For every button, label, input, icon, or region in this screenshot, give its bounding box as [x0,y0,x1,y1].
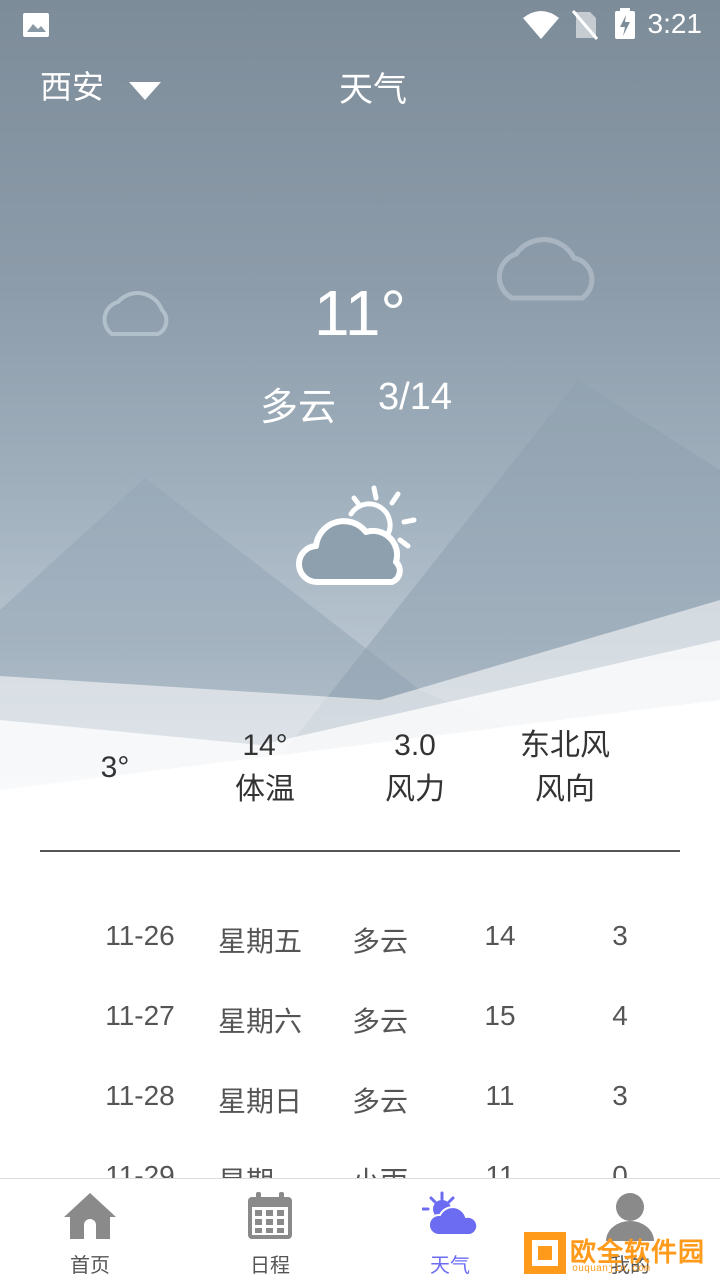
nav-item-schedule[interactable]: 日程 [180,1179,360,1280]
nav-label-weather: 天气 [430,1253,470,1277]
nav-item-home[interactable]: 首页 [0,1179,180,1280]
forecast-date: 11-28 [105,1080,175,1111]
calendar-icon [248,1192,292,1239]
forecast-list[interactable]: 11-26 星期五 多云 14 3 11-27 星期六 多云 15 4 11-2… [0,900,720,1178]
forecast-condition: 多云 [351,925,408,958]
stat-feels-like-value: 14° [242,729,288,762]
image-icon [23,13,49,37]
forecast-date: 11-26 [105,920,175,951]
forecast-high: 14 [484,920,516,951]
stat-wind-force-label: 风力 [385,772,445,807]
forecast-high: 11 [485,1080,515,1111]
forecast-condition: 多云 [351,1085,408,1118]
forecast-condition: 小雨 [320,1160,440,1178]
forecast-weekday: 星期日 [217,1085,302,1118]
stat-wind-direction: 东北风 风向 [500,724,630,812]
watermark: 欧全软件园 ouquanjin.com [520,1228,716,1278]
divider [40,850,680,852]
forecast-date: 11-27 [105,1000,175,1031]
no-sim-icon [572,10,598,40]
nav-label-schedule: 日程 [250,1253,290,1277]
forecast-condition: 多云 [351,1005,408,1038]
partly-cloudy-icon [296,485,417,586]
forecast-row: 11-28 星期日 多云 11 3 [0,1060,720,1140]
stat-wind-direction-value: 东北风 [520,728,610,763]
stat-wind-direction-label: 风向 [535,772,595,807]
forecast-weekday: 星期六 [217,1005,302,1038]
forecast-high: 15 [484,1000,516,1031]
weather-hero: 3:21 西安 天气 11° 多云 3/14 [0,0,720,820]
battery-charging-icon [615,8,635,39]
status-bar: 3:21 [0,0,720,50]
forecast-date: 11-29 [105,1160,175,1178]
nav-item-weather[interactable]: 天气 [360,1179,540,1280]
forecast-low: 0 [612,1160,628,1178]
weather-icon [422,1191,478,1236]
stat-wind-force: 3.0 风力 [355,724,475,812]
stat-low-value: 3° [100,751,130,784]
current-temperature: 11° [313,277,407,349]
stat-feels-like-label: 体温 [235,772,295,807]
stat-low: 3° [55,746,175,790]
forecast-row: 11-27 星期六 多云 15 4 [0,980,720,1060]
forecast-weekday: 星期一 [200,1160,320,1178]
stat-feels-like: 14° 体温 [205,724,325,812]
forecast-row: 11-26 星期五 多云 14 3 [0,900,720,980]
nav-label-home: 首页 [70,1253,110,1277]
temperature-range: 3/14 [378,376,452,418]
home-icon [64,1193,116,1239]
mountain-background [0,237,720,820]
forecast-low: 3 [612,920,628,951]
forecast-high: 11 [485,1160,515,1178]
forecast-low: 3 [612,1080,628,1111]
wifi-icon [523,11,559,39]
current-stats: 3° 14° 体温 3.0 风力 东北风 风向 [0,724,720,824]
current-condition: 多云 [260,385,337,429]
forecast-weekday: 星期五 [217,925,302,958]
status-time: 3:21 [647,8,703,39]
page-title: 天气 [339,70,407,110]
forecast-low: 4 [612,1000,628,1031]
watermark-subtext: ouquanjin.com [572,1264,651,1275]
stat-wind-force-value: 3.0 [394,729,436,762]
forecast-row: 11-29 星期一 小雨 11 0 [0,1140,720,1178]
watermark-logo-icon [524,1232,566,1274]
